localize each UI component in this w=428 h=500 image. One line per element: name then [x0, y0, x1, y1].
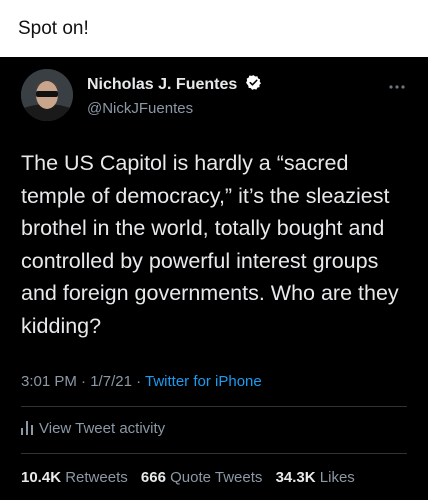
- tweet-meta: 3:01 PM · 1/7/21 · Twitter for iPhone: [21, 373, 262, 390]
- avatar-image: [21, 69, 73, 121]
- tweet-text: The US Capitol is hardly a “sacred templ…: [21, 151, 399, 338]
- author-display-name[interactable]: Nicholas J. Fuentes: [87, 76, 237, 94]
- post-caption: Spot on!: [18, 18, 89, 39]
- tweet-date[interactable]: 1/7/21: [90, 373, 132, 390]
- activity-label: View Tweet activity: [39, 420, 166, 437]
- likes-stat[interactable]: 34.3K Likes: [276, 469, 355, 486]
- tweet-time[interactable]: 3:01 PM: [21, 373, 77, 390]
- author-info: Nicholas J. Fuentes @NickJFuentes: [87, 74, 262, 117]
- tweet-source-link[interactable]: Twitter for iPhone: [145, 373, 262, 390]
- view-activity-button[interactable]: View Tweet activity: [21, 420, 165, 437]
- likes-count: 34.3K: [275, 469, 316, 486]
- retweets-count: 10.4K: [21, 469, 62, 486]
- divider: [21, 406, 407, 407]
- meta-separator: ·: [131, 373, 145, 390]
- more-options-icon[interactable]: [388, 77, 406, 95]
- author-handle[interactable]: @NickJFuentes: [87, 100, 262, 117]
- likes-label: Likes: [319, 469, 355, 486]
- retweets-label: Retweets: [65, 469, 128, 486]
- meta-separator: ·: [76, 373, 91, 390]
- retweets-stat[interactable]: 10.4K Retweets: [21, 469, 128, 486]
- quote-tweets-label: Quote Tweets: [170, 469, 263, 486]
- avatar[interactable]: [21, 69, 73, 121]
- tweet-stats: 10.4K Retweets 666 Quote Tweets 34.3K Li…: [21, 469, 364, 486]
- tweet-header: Nicholas J. Fuentes @NickJFuentes: [21, 69, 428, 121]
- verified-badge-icon: [245, 74, 262, 96]
- quote-tweets-stat[interactable]: 666 Quote Tweets: [141, 469, 262, 486]
- divider: [21, 453, 407, 454]
- quote-tweets-count: 666: [140, 469, 166, 486]
- bar-chart-icon: [21, 421, 33, 435]
- tweet-card: Nicholas J. Fuentes @NickJFuentes The US…: [0, 57, 428, 500]
